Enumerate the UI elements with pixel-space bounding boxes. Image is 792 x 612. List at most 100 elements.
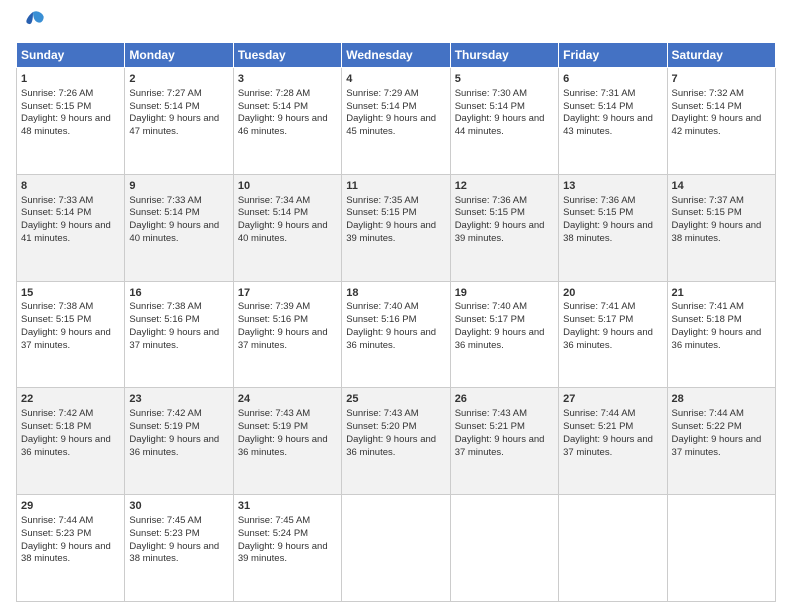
table-row: 23 Sunrise: 7:42 AM Sunset: 5:19 PM Dayl… <box>125 388 233 495</box>
sunrise: Sunrise: 7:37 AM <box>672 195 744 206</box>
daylight: Daylight: 9 hours and 37 minutes. <box>563 434 653 458</box>
daylight: Daylight: 9 hours and 36 minutes. <box>21 434 111 458</box>
sunrise: Sunrise: 7:38 AM <box>129 301 201 312</box>
day-number: 26 <box>455 392 554 407</box>
day-number: 1 <box>21 72 120 87</box>
sunset: Sunset: 5:15 PM <box>455 207 525 218</box>
calendar-header-row: Sunday Monday Tuesday Wednesday Thursday… <box>17 43 776 68</box>
col-saturday: Saturday <box>667 43 775 68</box>
sunset: Sunset: 5:15 PM <box>21 101 91 112</box>
sunrise: Sunrise: 7:35 AM <box>346 195 418 206</box>
table-row: 27 Sunrise: 7:44 AM Sunset: 5:21 PM Dayl… <box>559 388 667 495</box>
day-number: 7 <box>672 72 771 87</box>
sunrise: Sunrise: 7:44 AM <box>21 515 93 526</box>
daylight: Daylight: 9 hours and 37 minutes. <box>238 327 328 351</box>
sunset: Sunset: 5:24 PM <box>238 528 308 539</box>
sunrise: Sunrise: 7:32 AM <box>672 88 744 99</box>
sunrise: Sunrise: 7:29 AM <box>346 88 418 99</box>
day-number: 24 <box>238 392 337 407</box>
sunset: Sunset: 5:22 PM <box>672 421 742 432</box>
sunset: Sunset: 5:21 PM <box>563 421 633 432</box>
sunrise: Sunrise: 7:42 AM <box>129 408 201 419</box>
sunset: Sunset: 5:15 PM <box>346 207 416 218</box>
sunset: Sunset: 5:14 PM <box>129 207 199 218</box>
table-row: 30 Sunrise: 7:45 AM Sunset: 5:23 PM Dayl… <box>125 495 233 602</box>
day-number: 23 <box>129 392 228 407</box>
sunrise: Sunrise: 7:45 AM <box>238 515 310 526</box>
daylight: Daylight: 9 hours and 40 minutes. <box>238 220 328 244</box>
day-number: 9 <box>129 179 228 194</box>
table-row: 25 Sunrise: 7:43 AM Sunset: 5:20 PM Dayl… <box>342 388 450 495</box>
table-row: 10 Sunrise: 7:34 AM Sunset: 5:14 PM Dayl… <box>233 174 341 281</box>
daylight: Daylight: 9 hours and 36 minutes. <box>563 327 653 351</box>
daylight: Daylight: 9 hours and 39 minutes. <box>455 220 545 244</box>
daylight: Daylight: 9 hours and 47 minutes. <box>129 113 219 137</box>
col-wednesday: Wednesday <box>342 43 450 68</box>
sunrise: Sunrise: 7:42 AM <box>21 408 93 419</box>
sunset: Sunset: 5:14 PM <box>346 101 416 112</box>
sunrise: Sunrise: 7:33 AM <box>21 195 93 206</box>
sunset: Sunset: 5:19 PM <box>129 421 199 432</box>
table-row: 8 Sunrise: 7:33 AM Sunset: 5:14 PM Dayli… <box>17 174 125 281</box>
table-row: 17 Sunrise: 7:39 AM Sunset: 5:16 PM Dayl… <box>233 281 341 388</box>
daylight: Daylight: 9 hours and 36 minutes. <box>672 327 762 351</box>
table-row: 4 Sunrise: 7:29 AM Sunset: 5:14 PM Dayli… <box>342 68 450 175</box>
sunset: Sunset: 5:18 PM <box>672 314 742 325</box>
sunrise: Sunrise: 7:27 AM <box>129 88 201 99</box>
day-number: 10 <box>238 179 337 194</box>
sunrise: Sunrise: 7:34 AM <box>238 195 310 206</box>
calendar-week-row: 8 Sunrise: 7:33 AM Sunset: 5:14 PM Dayli… <box>17 174 776 281</box>
daylight: Daylight: 9 hours and 40 minutes. <box>129 220 219 244</box>
day-number: 28 <box>672 392 771 407</box>
table-row: 13 Sunrise: 7:36 AM Sunset: 5:15 PM Dayl… <box>559 174 667 281</box>
day-number: 4 <box>346 72 445 87</box>
sunset: Sunset: 5:15 PM <box>563 207 633 218</box>
daylight: Daylight: 9 hours and 36 minutes. <box>346 434 436 458</box>
table-row: 18 Sunrise: 7:40 AM Sunset: 5:16 PM Dayl… <box>342 281 450 388</box>
sunset: Sunset: 5:14 PM <box>455 101 525 112</box>
sunset: Sunset: 5:15 PM <box>672 207 742 218</box>
table-row: 22 Sunrise: 7:42 AM Sunset: 5:18 PM Dayl… <box>17 388 125 495</box>
table-row <box>450 495 558 602</box>
sunset: Sunset: 5:14 PM <box>238 101 308 112</box>
col-friday: Friday <box>559 43 667 68</box>
day-number: 3 <box>238 72 337 87</box>
logo <box>16 16 47 32</box>
sunset: Sunset: 5:14 PM <box>129 101 199 112</box>
sunset: Sunset: 5:15 PM <box>21 314 91 325</box>
col-monday: Monday <box>125 43 233 68</box>
day-number: 5 <box>455 72 554 87</box>
sunset: Sunset: 5:17 PM <box>563 314 633 325</box>
sunrise: Sunrise: 7:30 AM <box>455 88 527 99</box>
daylight: Daylight: 9 hours and 46 minutes. <box>238 113 328 137</box>
day-number: 16 <box>129 286 228 301</box>
calendar-week-row: 15 Sunrise: 7:38 AM Sunset: 5:15 PM Dayl… <box>17 281 776 388</box>
sunrise: Sunrise: 7:45 AM <box>129 515 201 526</box>
sunset: Sunset: 5:20 PM <box>346 421 416 432</box>
daylight: Daylight: 9 hours and 36 minutes. <box>455 327 545 351</box>
table-row: 19 Sunrise: 7:40 AM Sunset: 5:17 PM Dayl… <box>450 281 558 388</box>
daylight: Daylight: 9 hours and 45 minutes. <box>346 113 436 137</box>
day-number: 22 <box>21 392 120 407</box>
daylight: Daylight: 9 hours and 44 minutes. <box>455 113 545 137</box>
daylight: Daylight: 9 hours and 48 minutes. <box>21 113 111 137</box>
daylight: Daylight: 9 hours and 37 minutes. <box>672 434 762 458</box>
daylight: Daylight: 9 hours and 37 minutes. <box>129 327 219 351</box>
table-row: 1 Sunrise: 7:26 AM Sunset: 5:15 PM Dayli… <box>17 68 125 175</box>
calendar-week-row: 1 Sunrise: 7:26 AM Sunset: 5:15 PM Dayli… <box>17 68 776 175</box>
table-row: 11 Sunrise: 7:35 AM Sunset: 5:15 PM Dayl… <box>342 174 450 281</box>
daylight: Daylight: 9 hours and 36 minutes. <box>129 434 219 458</box>
sunset: Sunset: 5:23 PM <box>129 528 199 539</box>
day-number: 2 <box>129 72 228 87</box>
sunrise: Sunrise: 7:41 AM <box>672 301 744 312</box>
sunset: Sunset: 5:14 PM <box>21 207 91 218</box>
day-number: 21 <box>672 286 771 301</box>
day-number: 6 <box>563 72 662 87</box>
day-number: 29 <box>21 499 120 514</box>
table-row: 20 Sunrise: 7:41 AM Sunset: 5:17 PM Dayl… <box>559 281 667 388</box>
day-number: 8 <box>21 179 120 194</box>
table-row: 12 Sunrise: 7:36 AM Sunset: 5:15 PM Dayl… <box>450 174 558 281</box>
table-row: 28 Sunrise: 7:44 AM Sunset: 5:22 PM Dayl… <box>667 388 775 495</box>
table-row: 2 Sunrise: 7:27 AM Sunset: 5:14 PM Dayli… <box>125 68 233 175</box>
sunset: Sunset: 5:23 PM <box>21 528 91 539</box>
